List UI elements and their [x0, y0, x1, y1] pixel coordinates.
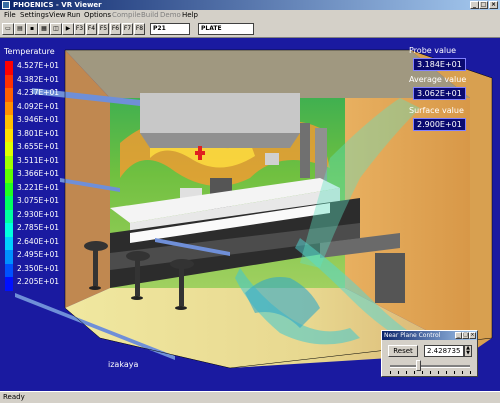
menu-options[interactable]: Options	[84, 11, 111, 19]
color-swatch	[5, 88, 13, 103]
color-swatch	[5, 142, 13, 157]
f4-button[interactable]: F4	[86, 23, 97, 35]
slider-tick	[398, 371, 399, 374]
slider-tick	[462, 371, 463, 374]
close-button[interactable]: ×	[489, 1, 498, 9]
legend-level: 2.930E+01	[17, 209, 60, 219]
slider-tick	[454, 371, 455, 374]
slider-tick	[406, 371, 407, 374]
legend-level: 3.221E+01	[17, 182, 60, 192]
run-icon[interactable]: ▶	[62, 23, 74, 35]
slider-tick	[422, 371, 423, 374]
near-plane-slider-track[interactable]	[390, 365, 470, 368]
near-plane-dialog: Near Plane Control _ □ × Reset 2.428735 …	[381, 330, 478, 377]
near-plane-slider-thumb[interactable]	[416, 360, 421, 371]
color-swatch	[5, 128, 13, 143]
legend-level: 2.350E+01	[17, 263, 60, 273]
status-text: Ready	[3, 393, 25, 401]
scene-caption: izakaya	[108, 360, 139, 369]
new-file-icon[interactable]: ▭	[2, 23, 14, 35]
dialog-minimize-button[interactable]: _	[455, 332, 462, 339]
legend-level: 3.655E+01	[17, 142, 60, 152]
open-folder-icon[interactable]: ▤	[14, 23, 26, 35]
f7-button[interactable]: F7	[122, 23, 133, 35]
color-swatch	[5, 196, 13, 211]
legend-level: 3.075E+01	[17, 196, 60, 206]
print-icon[interactable]: ▦	[38, 23, 50, 35]
color-swatch	[5, 155, 13, 170]
slider-tick	[390, 371, 391, 374]
color-swatch	[5, 236, 13, 251]
dialog-close-button[interactable]: ×	[469, 332, 476, 339]
color-scale-bar	[5, 61, 13, 292]
color-swatch	[5, 101, 13, 116]
legend-level: 3.511E+01	[17, 155, 60, 165]
legend-level: 3.946E+01	[17, 115, 60, 125]
legend-level: 4.237E+01	[17, 88, 60, 98]
probe-value-label: Probe value	[409, 46, 457, 55]
status-bar: Ready	[0, 391, 500, 403]
legend-level: 2.205E+01	[17, 277, 60, 287]
minimize-button[interactable]: _	[470, 1, 479, 9]
save-icon[interactable]: ▪	[26, 23, 38, 35]
color-swatch	[5, 209, 13, 224]
menu-build: Build	[141, 11, 159, 19]
legend-level: 3.801E+01	[17, 128, 60, 138]
title-bar: PHOENICS - VR Viewer _ □ ×	[0, 0, 500, 10]
surface-value-label: Surface value	[409, 106, 464, 115]
reset-button[interactable]: Reset	[388, 345, 418, 357]
slider-tick	[470, 371, 471, 374]
legend-level: 4.382E+01	[17, 74, 60, 84]
surface-value: 2.900E+01	[413, 118, 466, 131]
f3-button[interactable]: F3	[74, 23, 85, 35]
slider-tick	[438, 371, 439, 374]
legend-level: 3.366E+01	[17, 169, 60, 179]
f5-button[interactable]: F5	[98, 23, 109, 35]
legend-level: 2.495E+01	[17, 250, 60, 260]
legend-level: 4.527E+01	[17, 61, 60, 70]
color-swatch	[5, 277, 13, 292]
color-swatch	[5, 74, 13, 89]
slider-tick	[430, 371, 431, 374]
menu-settings[interactable]: Settings	[20, 11, 49, 19]
object-field[interactable]: PLATE	[198, 23, 254, 35]
app-icon	[2, 1, 10, 9]
toolbar: ▭ ▤ ▪ ▦ ◫ ▶ F3 F4 F5 F6 F7 F8 P21 PLATE	[0, 21, 500, 38]
variable-field[interactable]: P21	[150, 23, 190, 35]
legend-level: 2.785E+01	[17, 223, 60, 233]
menu-demo: Demo	[160, 11, 181, 19]
color-swatch	[5, 115, 13, 130]
menu-run[interactable]: Run	[67, 11, 80, 19]
f8-button[interactable]: F8	[134, 23, 145, 35]
average-value-label: Average value	[409, 75, 467, 84]
maximize-button[interactable]: □	[479, 1, 488, 9]
f6-button[interactable]: F6	[110, 23, 121, 35]
menu-compile: Compile	[112, 11, 141, 19]
color-swatch	[5, 250, 13, 265]
color-swatch	[5, 263, 13, 278]
probe-value: 3.184E+01	[413, 58, 466, 71]
value-spinner[interactable]: ▲ ▼	[464, 345, 472, 357]
color-swatch	[5, 182, 13, 197]
window-title: PHOENICS - VR Viewer	[13, 1, 102, 9]
legend-title: Temperature	[4, 47, 55, 56]
color-swatch	[5, 169, 13, 184]
color-swatch	[5, 61, 13, 76]
menu-file[interactable]: File	[4, 11, 16, 19]
settings-icon[interactable]: ◫	[50, 23, 62, 35]
color-swatch	[5, 223, 13, 238]
menu-view[interactable]: View	[49, 11, 66, 19]
average-value: 3.062E+01	[413, 87, 466, 100]
near-plane-value-field[interactable]: 2.428735	[424, 345, 464, 357]
slider-tick	[414, 371, 415, 374]
legend-level: 2.640E+01	[17, 236, 60, 246]
slider-tick	[446, 371, 447, 374]
dialog-maximize-button[interactable]: □	[462, 332, 469, 339]
menu-help[interactable]: Help	[182, 11, 198, 19]
menu-bar: File Settings View Run Options Compile B…	[0, 10, 500, 21]
legend-level: 4.092E+01	[17, 101, 60, 111]
